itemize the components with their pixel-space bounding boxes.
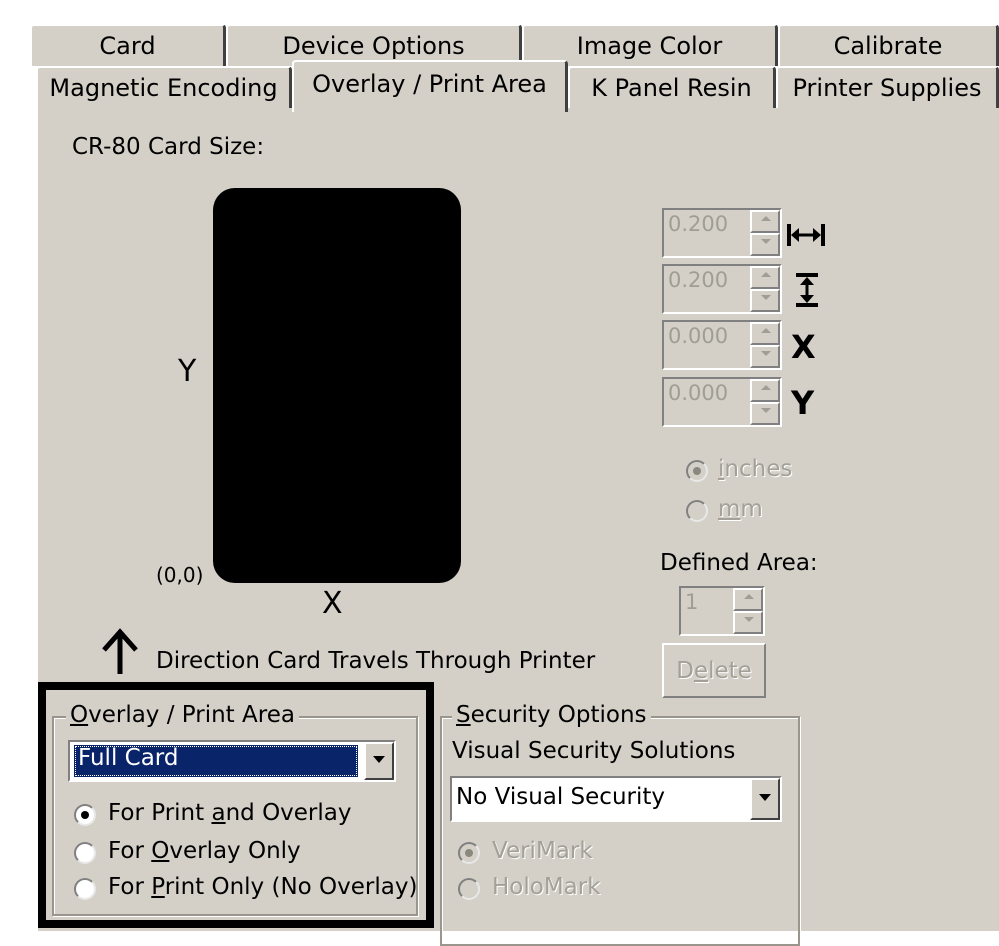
height-up-button[interactable]	[750, 266, 780, 289]
x-axis-label: X	[322, 586, 343, 621]
inches-radio[interactable]	[686, 460, 708, 482]
print-and-overlay-label: For Print and Overlay	[108, 800, 352, 826]
tab-card[interactable]: Card	[30, 24, 226, 66]
verimark-radio-dot	[465, 849, 473, 857]
width-value: 0.200	[668, 212, 729, 236]
y-offset-spinbox[interactable]: 0.000	[662, 377, 782, 427]
height-value: 0.200	[668, 268, 729, 292]
x-offset-spinbox[interactable]: 0.000	[662, 320, 782, 370]
overlay-area-selected: Full Card	[74, 745, 358, 777]
verimark-radio[interactable]	[458, 842, 480, 864]
defined-area-label: Defined Area:	[660, 550, 818, 576]
inches-label: inches	[718, 456, 793, 482]
defined-area-value: 1	[685, 590, 699, 614]
overlay-area-dropdown[interactable]: Full Card	[68, 740, 396, 782]
tab-k-panel-resin[interactable]: K Panel Resin	[568, 66, 776, 108]
card-size-label: CR-80 Card Size:	[72, 134, 265, 160]
y-offset-label: Y	[791, 384, 815, 422]
x-offset-label: X	[791, 328, 816, 366]
y-axis-label: Y	[178, 354, 197, 389]
y-offset-down-button[interactable]	[750, 402, 780, 425]
height-spinbox[interactable]: 0.200	[662, 264, 782, 314]
width-down-button[interactable]	[750, 233, 780, 256]
tab-calibrate[interactable]: Calibrate	[778, 24, 999, 66]
chevron-down-icon	[373, 756, 385, 763]
defined-area-spinbox[interactable]: 1	[679, 586, 765, 636]
x-offset-value: 0.000	[668, 324, 729, 348]
holomark-label: HoloMark	[492, 874, 601, 900]
tab-card-label: Card	[99, 32, 156, 60]
tab-k-panel-resin-label: K Panel Resin	[591, 74, 752, 102]
print-only-label: For Print Only (No Overlay)	[108, 874, 418, 900]
height-down-button[interactable]	[750, 289, 780, 312]
width-arrows-icon	[786, 222, 826, 252]
defined-area-down-button[interactable]	[733, 611, 763, 634]
overlay-only-label: For Overlay Only	[108, 838, 301, 864]
holomark-radio[interactable]	[458, 878, 480, 900]
delete-label: Delete	[676, 657, 752, 684]
height-arrows-icon	[794, 272, 820, 312]
tab-magnetic-encoding-label: Magnetic Encoding	[49, 74, 278, 102]
overlay-print-area-legend: Overlay / Print Area	[66, 702, 299, 728]
print-only-radio[interactable]	[74, 878, 96, 900]
print-and-overlay-radio[interactable]	[74, 804, 96, 826]
defined-area-up-button[interactable]	[733, 588, 763, 611]
inches-radio-dot	[693, 467, 701, 475]
visual-security-selected: No Visual Security	[456, 784, 666, 810]
tab-overlay-print-area-label: Overlay / Print Area	[312, 70, 547, 98]
tab-magnetic-encoding[interactable]: Magnetic Encoding	[36, 66, 292, 108]
card-preview	[213, 188, 461, 583]
chevron-down-icon	[759, 794, 771, 801]
tab-image-color-label: Image Color	[576, 32, 723, 60]
overlay-area-dropdown-arrow[interactable]	[364, 742, 394, 780]
x-offset-down-button[interactable]	[750, 345, 780, 368]
mm-label: mm	[718, 496, 763, 522]
security-options-legend: Security Options	[452, 702, 651, 728]
tab-printer-supplies[interactable]: Printer Supplies	[776, 66, 999, 108]
visual-security-dropdown[interactable]: No Visual Security	[450, 776, 782, 822]
tab-printer-supplies-label: Printer Supplies	[792, 74, 982, 102]
mm-radio[interactable]	[686, 500, 708, 522]
tab-overlay-print-area[interactable]: Overlay / Print Area	[292, 60, 568, 112]
y-offset-up-button[interactable]	[750, 379, 780, 402]
delete-button[interactable]: Delete	[662, 643, 766, 698]
direction-text: Direction Card Travels Through Printer	[156, 648, 596, 674]
width-spinbox[interactable]: 0.200	[662, 208, 782, 258]
origin-label: (0,0)	[156, 563, 204, 587]
x-offset-up-button[interactable]	[750, 322, 780, 345]
verimark-label: VeriMark	[492, 838, 593, 864]
print-and-overlay-radio-dot	[81, 811, 89, 819]
visual-security-dropdown-arrow[interactable]	[750, 778, 780, 820]
tab-device-options-label: Device Options	[282, 32, 465, 60]
width-up-button[interactable]	[750, 210, 780, 233]
overlay-only-radio[interactable]	[74, 842, 96, 864]
up-arrow-icon	[100, 628, 140, 674]
y-offset-value: 0.000	[668, 381, 729, 405]
visual-security-label: Visual Security Solutions	[452, 738, 736, 764]
tab-calibrate-label: Calibrate	[833, 32, 943, 60]
